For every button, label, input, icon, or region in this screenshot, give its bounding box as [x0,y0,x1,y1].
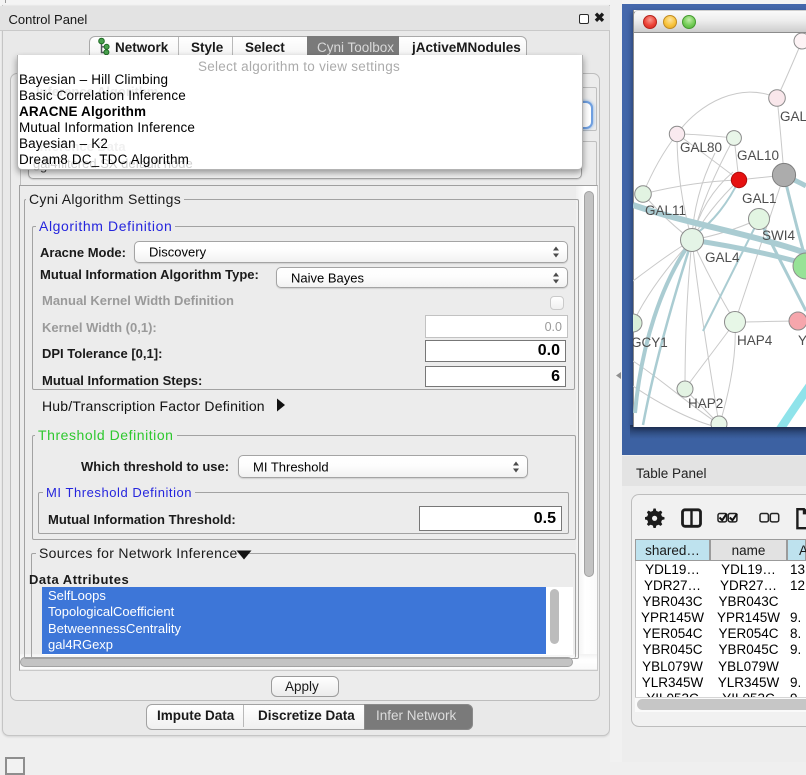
svg-text:HAP2: HAP2 [688,396,723,411]
svg-text:SWI4: SWI4 [762,228,795,243]
svg-text:Y: Y [798,333,806,348]
svg-text:GAL11: GAL11 [645,203,686,218]
svg-text:GAL2: GAL2 [780,109,806,124]
svg-text:GAL1: GAL1 [742,191,777,206]
svg-text:HAP4: HAP4 [737,333,773,348]
svg-text:GAL10: GAL10 [737,148,779,163]
svg-text:GAL80: GAL80 [680,140,722,155]
svg-text:GAL4: GAL4 [705,250,740,265]
svg-text:GCY1: GCY1 [633,335,668,350]
